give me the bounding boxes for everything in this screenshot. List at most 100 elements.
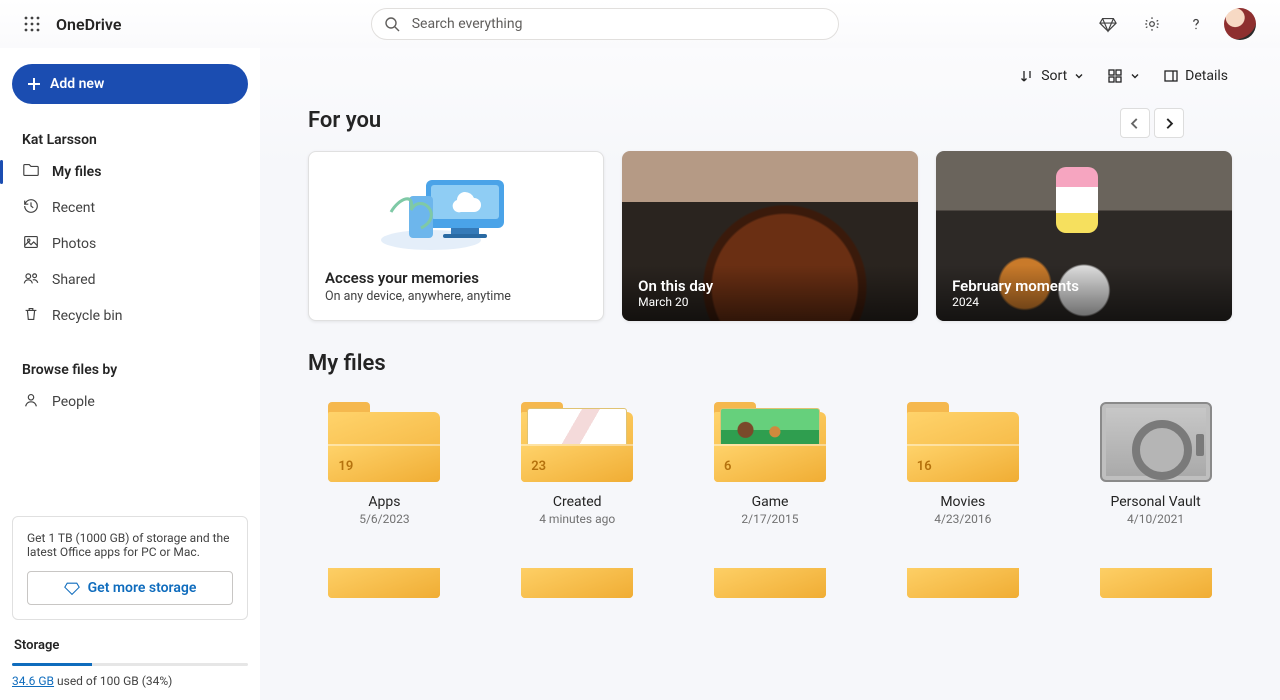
storage-used-link[interactable]: 34.6 GB <box>12 674 54 688</box>
folder-item[interactable] <box>694 568 847 598</box>
my-files-heading: My files <box>308 351 1232 376</box>
sort-label: Sort <box>1041 68 1067 84</box>
view-switcher[interactable] <box>1099 60 1149 92</box>
folder-item[interactable]: 19 Apps 5/6/2023 <box>308 402 461 526</box>
folder-count-badge: 6 <box>724 459 731 474</box>
for-you-prev-button[interactable] <box>1120 108 1150 138</box>
details-label: Details <box>1185 68 1228 84</box>
folder-icon <box>907 568 1019 598</box>
command-bar: Sort Details <box>260 48 1280 104</box>
folder-name: Apps <box>368 494 400 510</box>
search-input[interactable] <box>410 15 826 33</box>
details-button[interactable]: Details <box>1155 60 1236 92</box>
brand-title: OneDrive <box>56 15 121 34</box>
premium-diamond-icon <box>64 580 80 596</box>
get-more-storage-button[interactable]: Get more storage <box>27 571 233 605</box>
sidebar-item-photos[interactable]: Photos <box>12 226 248 262</box>
top-actions <box>1088 4 1268 44</box>
folder-item[interactable] <box>501 568 654 598</box>
add-new-label: Add new <box>50 76 104 92</box>
sort-button[interactable]: Sort <box>1011 60 1093 92</box>
files-grid: 19 Apps 5/6/2023 23 Created 4 minutes ago 6 Gam… <box>308 402 1232 598</box>
folder-item[interactable] <box>886 568 1039 598</box>
for-you-card-subtitle: On any device, anywhere, anytime <box>325 289 587 304</box>
folder-icon: 16 <box>907 402 1019 482</box>
for-you-card-subtitle: 2024 <box>952 295 1216 309</box>
for-you-heading: For you <box>308 108 1232 133</box>
folder-name: Game <box>752 494 789 510</box>
for-you-card[interactable]: On this dayMarch 20 <box>622 151 918 321</box>
get-more-storage-label: Get more storage <box>88 580 197 596</box>
search-icon <box>384 16 400 32</box>
image-icon <box>22 233 40 255</box>
folder-item[interactable] <box>1079 568 1232 598</box>
sidebar-item-label: Recycle bin <box>52 308 123 324</box>
folder-date: 5/6/2023 <box>359 512 409 526</box>
user-avatar[interactable] <box>1224 8 1256 40</box>
help-icon[interactable] <box>1176 4 1216 44</box>
chevron-left-icon <box>1128 116 1142 130</box>
main: Sort Details For you Access your memorie… <box>260 48 1280 700</box>
sidebar-item-my-files[interactable]: My files <box>12 154 248 190</box>
folder-date: 2/17/2015 <box>741 512 798 526</box>
sidebar-item-label: Shared <box>52 272 96 288</box>
chevron-right-icon <box>1162 116 1176 130</box>
add-new-button[interactable]: Add new <box>12 64 248 104</box>
folder-item[interactable]: 23 Created 4 minutes ago <box>501 402 654 526</box>
storage-promo-text: Get 1 TB (1000 GB) of storage and the la… <box>27 531 233 559</box>
folder-count-badge: 16 <box>917 459 932 474</box>
for-you-card-subtitle: March 20 <box>638 295 902 309</box>
sidebar-item-label: My files <box>52 164 101 180</box>
folder-item[interactable]: 6 Game 2/17/2015 <box>694 402 847 526</box>
folder-icon: 19 <box>328 402 440 482</box>
for-you-next-button[interactable] <box>1154 108 1184 138</box>
folder-date: 4/10/2021 <box>1127 512 1184 526</box>
folder-name: Movies <box>940 494 985 510</box>
folder-icon: 23 <box>521 402 633 482</box>
folder-icon <box>328 568 440 598</box>
storage-promo: Get 1 TB (1000 GB) of storage and the la… <box>12 516 248 620</box>
plus-icon <box>26 76 42 92</box>
folder-icon <box>521 568 633 598</box>
sidebar-item-label: Recent <box>52 200 95 216</box>
for-you-nav <box>1120 108 1184 138</box>
search-box[interactable] <box>371 8 839 40</box>
history-icon <box>22 197 40 219</box>
storage-heading: Storage <box>14 638 248 653</box>
person-icon <box>22 391 40 413</box>
people-icon <box>22 269 40 291</box>
sidebar-item-recycle[interactable]: Recycle bin <box>12 298 248 334</box>
sidebar-item-label: People <box>52 394 95 410</box>
folder-name: Created <box>553 494 602 510</box>
sidebar-item-recent[interactable]: Recent <box>12 190 248 226</box>
folder-item[interactable]: 16Movies4/23/2016 <box>886 402 1039 526</box>
app-launcher-icon[interactable] <box>12 4 52 44</box>
sidebar-item-people[interactable]: People <box>12 384 248 420</box>
settings-gear-icon[interactable] <box>1132 4 1172 44</box>
for-you-card-title: Access your memories <box>325 269 587 287</box>
search-wrap <box>121 8 1088 40</box>
for-you-card-overlay: On this dayMarch 20 <box>622 265 918 321</box>
folder-icon: 6 <box>714 402 826 482</box>
tiles-icon <box>1107 68 1123 84</box>
folder-icon <box>22 161 40 183</box>
trash-icon <box>22 305 40 327</box>
top-bar: OneDrive <box>0 0 1280 48</box>
chevron-down-icon <box>1129 70 1141 82</box>
memories-illustration-icon <box>309 162 603 252</box>
folder-count-badge: 23 <box>531 459 546 474</box>
vault-icon <box>1100 402 1212 482</box>
details-pane-icon <box>1163 68 1179 84</box>
folder-item[interactable] <box>308 568 461 598</box>
for-you-card[interactable]: February moments2024 <box>936 151 1232 321</box>
folder-date: 4 minutes ago <box>539 512 615 526</box>
premium-diamond-icon[interactable] <box>1088 4 1128 44</box>
folder-icon <box>714 568 826 598</box>
personal-vault-item[interactable]: Personal Vault4/10/2021 <box>1079 402 1232 526</box>
sidebar: Add new Kat Larsson My filesRecentPhotos… <box>0 48 260 700</box>
sidebar-browse-heading: Browse files by <box>22 362 248 378</box>
sidebar-item-shared[interactable]: Shared <box>12 262 248 298</box>
sidebar-item-label: Photos <box>52 236 96 252</box>
content-scroll[interactable]: For you Access your memories On any devic… <box>260 104 1280 700</box>
for-you-card[interactable]: Access your memories On any device, anywh… <box>308 151 604 321</box>
